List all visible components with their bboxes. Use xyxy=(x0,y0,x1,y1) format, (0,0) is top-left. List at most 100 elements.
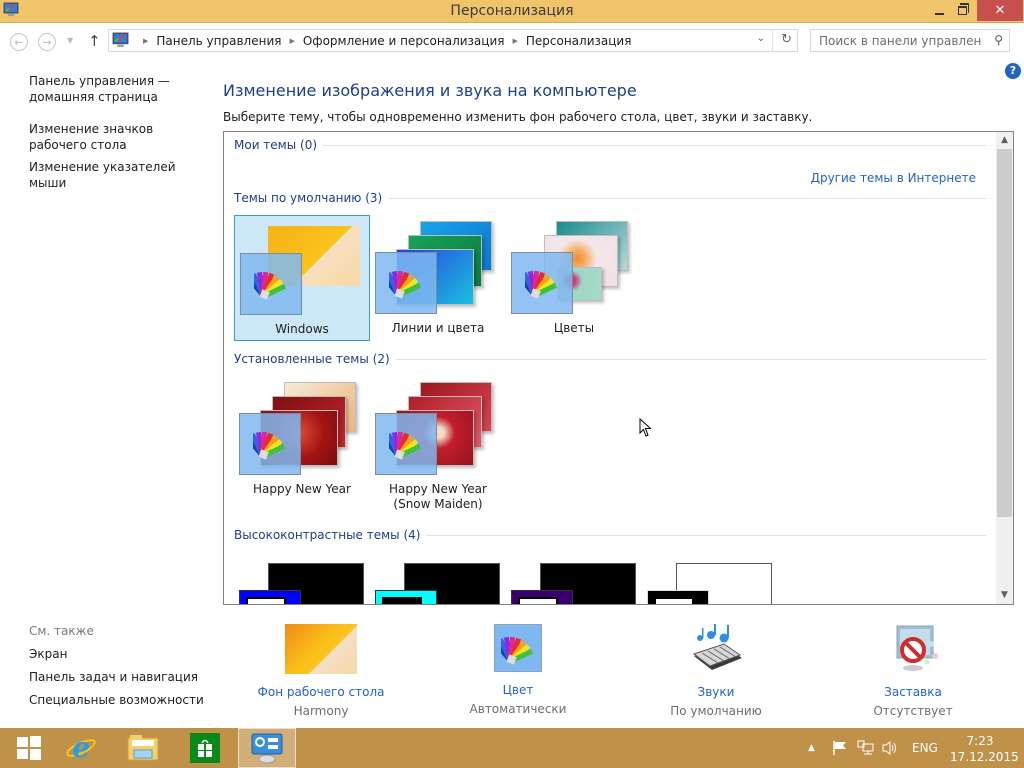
address-dropdown-icon[interactable]: ⌄ xyxy=(757,33,765,44)
back-arrow-icon: ← xyxy=(14,35,24,49)
back-button[interactable]: ← xyxy=(10,33,28,51)
theme-label: Happy New Year (Snow Maiden) xyxy=(389,482,487,511)
theme-high-contrast[interactable] xyxy=(234,563,374,604)
group-installed-themes: Установленные темы (2) xyxy=(234,352,986,366)
color-palette-icon xyxy=(375,413,437,475)
sidebar-link-mouse-pointers[interactable]: Изменение указателей мыши xyxy=(29,159,214,191)
address-divider xyxy=(772,30,773,51)
group-label: Установленные темы (2) xyxy=(234,352,390,366)
online-themes-link[interactable]: Другие темы в Интернете xyxy=(811,171,976,185)
search-box: ⚲ xyxy=(810,29,1010,52)
theme-flowers[interactable]: Цветы xyxy=(506,215,642,341)
option-value: Автоматически xyxy=(469,702,567,716)
high-contrast-swatch xyxy=(375,590,437,604)
theme-happy-new-year-snow-maiden[interactable]: Happy New Year (Snow Maiden) xyxy=(370,376,506,511)
folder-icon xyxy=(127,735,159,761)
divider xyxy=(426,534,986,536)
chevron-up-icon: ▲ xyxy=(808,743,815,753)
option-sounds[interactable]: Звуки По умолчанию xyxy=(626,624,806,718)
scroll-down-icon[interactable]: ▼ xyxy=(996,587,1013,604)
window-title: Персонализация xyxy=(450,3,574,19)
recent-locations-button[interactable]: ▼ xyxy=(67,36,73,45)
theme-preview xyxy=(235,216,371,316)
volume-icon[interactable] xyxy=(881,728,899,768)
theme-high-contrast[interactable] xyxy=(370,563,510,604)
theme-high-contrast[interactable] xyxy=(642,563,782,604)
sounds-icon xyxy=(680,624,752,674)
title-bar: Персонализация ✕ xyxy=(0,0,1024,23)
navigation-bar: ← → ▼ ↑ ▶ Панель управления ▶ Оформление… xyxy=(0,24,1024,58)
theme-list-content: Мои темы (0) Другие темы в Интернете Тем… xyxy=(224,132,996,604)
up-arrow-icon: ↑ xyxy=(88,32,101,50)
breadcrumb-separator-icon[interactable]: ▶ xyxy=(289,37,294,45)
breadcrumb-control-panel[interactable]: Панель управления xyxy=(156,34,281,48)
breadcrumb-personalization[interactable]: Персонализация xyxy=(526,34,632,48)
scroll-up-icon[interactable]: ▲ xyxy=(996,132,1013,149)
search-input[interactable] xyxy=(811,30,981,51)
theme-lines-and-colors[interactable]: Линии и цвета xyxy=(370,215,506,341)
maximize-button[interactable] xyxy=(948,0,976,21)
show-hidden-icons-button[interactable]: ▲ xyxy=(808,728,815,768)
theme-high-contrast[interactable] xyxy=(506,563,646,604)
divider xyxy=(323,144,986,146)
see-also-display[interactable]: Экран xyxy=(29,646,214,662)
taskbar-file-explorer[interactable] xyxy=(114,728,172,768)
taskbar-internet-explorer[interactable]: e xyxy=(52,728,110,768)
breadcrumb-separator-icon[interactable]: ▶ xyxy=(512,37,517,45)
theme-preview xyxy=(370,376,506,476)
language-indicator[interactable]: ENG xyxy=(912,728,938,768)
theme-preview xyxy=(234,376,370,476)
vertical-scrollbar[interactable]: ▲ ▼ xyxy=(996,132,1013,604)
control-panel-icon xyxy=(112,32,129,47)
up-button[interactable]: ↑ xyxy=(88,32,101,50)
theme-preview xyxy=(370,215,506,315)
option-label: Цвет xyxy=(502,683,534,697)
taskbar-store[interactable] xyxy=(176,728,234,768)
option-color[interactable]: Цвет Автоматически xyxy=(428,624,608,716)
minimize-icon xyxy=(934,12,944,15)
option-value: Отсутствует xyxy=(873,704,953,718)
sidebar-link-control-panel-home[interactable]: Панель управления — домашняя страница xyxy=(29,73,214,105)
theme-list: Мои темы (0) Другие темы в Интернете Тем… xyxy=(223,131,1014,605)
color-icon xyxy=(494,624,542,672)
start-button[interactable] xyxy=(0,728,58,768)
internet-explorer-icon: e xyxy=(66,732,96,764)
option-label: Звуки xyxy=(697,685,735,699)
theme-happy-new-year[interactable]: Happy New Year xyxy=(234,376,370,502)
divider xyxy=(395,358,986,360)
search-icon[interactable]: ⚲ xyxy=(994,33,1003,47)
see-also-accessibility[interactable]: Специальные возможности xyxy=(29,692,214,708)
control-panel-icon xyxy=(251,733,283,764)
restore-icon xyxy=(957,3,969,15)
breadcrumb-separator-icon[interactable]: ▶ xyxy=(143,37,148,45)
option-desktop-background[interactable]: Фон рабочего стола Harmony xyxy=(231,624,411,718)
option-label: Фон рабочего стола xyxy=(257,685,385,699)
screensaver-icon xyxy=(877,624,949,674)
theme-label: Windows xyxy=(275,322,329,336)
refresh-icon[interactable]: ↻ xyxy=(781,32,792,47)
group-my-themes: Мои темы (0) xyxy=(234,138,986,152)
theme-label: Happy New Year xyxy=(253,482,351,496)
clock[interactable]: 7:23 17.12.2015 xyxy=(950,733,1019,765)
theme-windows[interactable]: Windows xyxy=(234,215,370,341)
taskbar-personalization[interactable] xyxy=(238,728,296,768)
group-default-themes: Темы по умолчанию (3) xyxy=(234,191,986,205)
help-icon[interactable]: ? xyxy=(1005,63,1021,79)
see-also-taskbar[interactable]: Панель задач и навигация xyxy=(29,669,214,685)
high-contrast-swatch xyxy=(647,590,709,604)
sidebar-link-desktop-icons[interactable]: Изменение значков рабочего стола xyxy=(29,121,214,153)
scrollbar-thumb[interactable] xyxy=(997,149,1012,517)
group-label: Мои темы (0) xyxy=(234,138,318,152)
network-icon[interactable] xyxy=(857,728,875,768)
option-screensaver[interactable]: Заставка Отсутствует xyxy=(823,624,1003,718)
address-bar[interactable]: ▶ Панель управления ▶ Оформление и персо… xyxy=(108,29,798,52)
close-button[interactable]: ✕ xyxy=(977,0,1023,21)
high-contrast-swatch xyxy=(511,590,573,604)
page-title: Изменение изображения и звука на компьют… xyxy=(223,81,637,100)
action-center-icon[interactable] xyxy=(832,728,848,768)
divider xyxy=(388,197,986,199)
breadcrumb-appearance[interactable]: Оформление и персонализация xyxy=(303,34,505,48)
forward-button[interactable]: → xyxy=(38,33,56,51)
clock-date: 17.12.2015 xyxy=(950,750,1019,764)
theme-preview xyxy=(506,215,642,315)
